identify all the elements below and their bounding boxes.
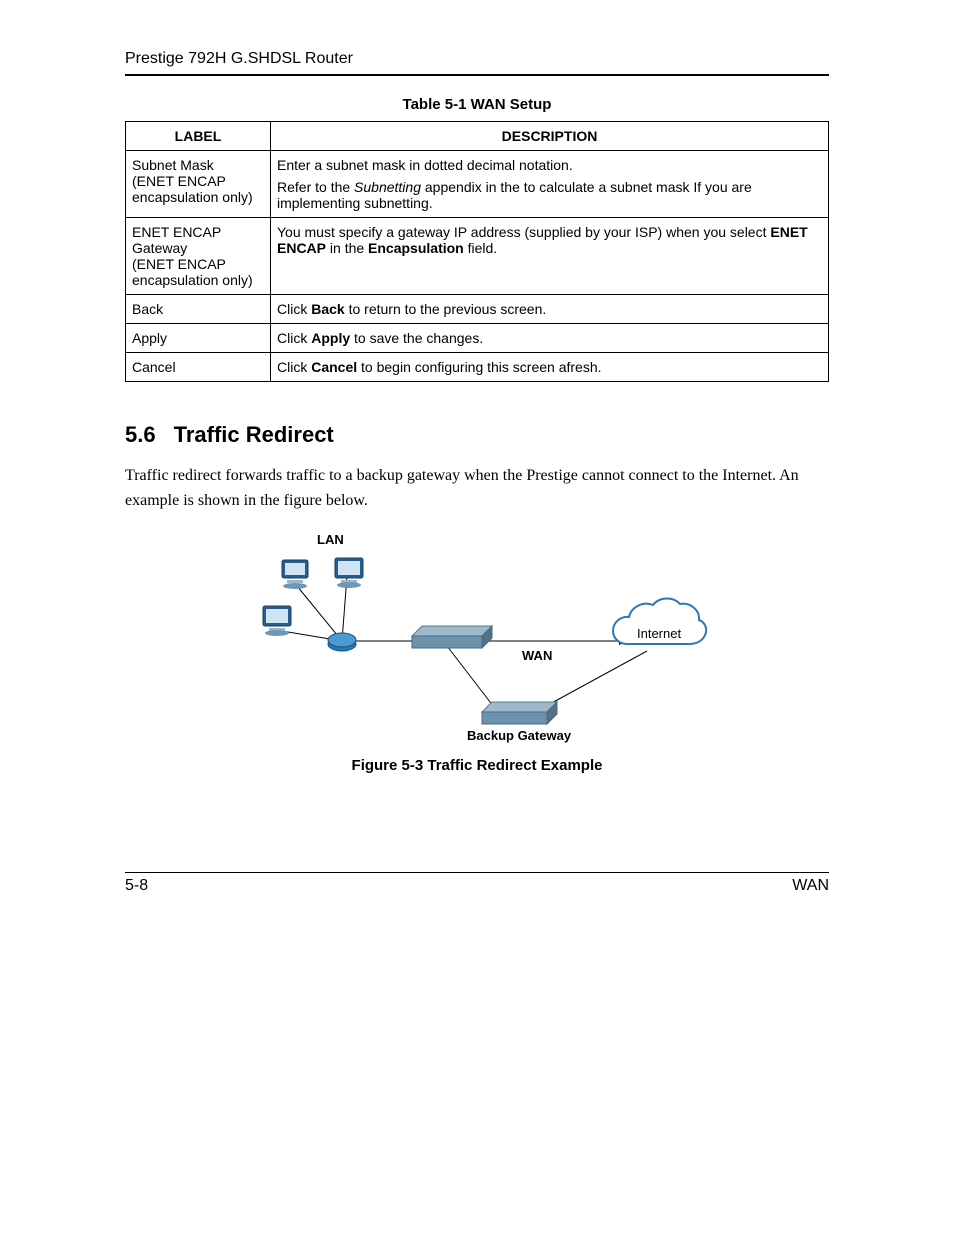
table-row: Subnet Mask (ENET ENCAP encapsulation on… (126, 151, 829, 218)
table-row: Apply Click Apply to save the changes. (126, 324, 829, 353)
label-internet: Internet (637, 626, 681, 641)
router-hub-icon (328, 633, 356, 651)
cell-label: Subnet Mask (ENET ENCAP encapsulation on… (126, 151, 271, 218)
cell-desc: Click Apply to save the changes. (271, 324, 829, 353)
table-row: Back Click Back to return to the previou… (126, 295, 829, 324)
table-row: Cancel Click Cancel to begin configuring… (126, 353, 829, 382)
section-body: Traffic redirect forwards traffic to a b… (125, 464, 829, 514)
prestige-router-icon (412, 626, 492, 648)
diagram-svg: LAN WAN Internet Backup Gateway (247, 526, 707, 746)
cell-label: Back (126, 295, 271, 324)
table-caption: Table 5-1 WAN Setup (125, 96, 829, 113)
footer-section-name: WAN (792, 877, 829, 895)
cell-label: ENET ENCAP Gateway (ENET ENCAP encapsula… (126, 218, 271, 295)
th-description: DESCRIPTION (271, 122, 829, 151)
page-footer: 5-8 WAN (125, 872, 829, 895)
computer-icon (263, 606, 291, 636)
th-label: LABEL (126, 122, 271, 151)
cell-label: Apply (126, 324, 271, 353)
desc-line: Enter a subnet mask in dotted decimal no… (277, 157, 822, 173)
label-wan: WAN (522, 648, 552, 663)
wan-setup-table: LABEL DESCRIPTION Subnet Mask (ENET ENCA… (125, 121, 829, 382)
header-rule (125, 74, 829, 76)
cell-desc: Enter a subnet mask in dotted decimal no… (271, 151, 829, 218)
page: Prestige 792H G.SHDSL Router Table 5-1 W… (0, 0, 954, 1235)
desc-line: Refer to the Subnetting appendix in the … (277, 179, 822, 211)
cell-label: Cancel (126, 353, 271, 382)
computer-icon (335, 558, 363, 588)
traffic-redirect-diagram: LAN WAN Internet Backup Gateway (247, 520, 707, 751)
footer-rule (125, 872, 829, 873)
footer-page-number: 5-8 (125, 877, 148, 895)
table-head-row: LABEL DESCRIPTION (126, 122, 829, 151)
section-heading: 5.6 Traffic Redirect (125, 422, 829, 448)
section-title: Traffic Redirect (174, 422, 334, 447)
computer-icon (282, 560, 308, 589)
table-row: ENET ENCAP Gateway (ENET ENCAP encapsula… (126, 218, 829, 295)
section-number: 5.6 (125, 422, 156, 448)
cell-desc: Click Back to return to the previous scr… (271, 295, 829, 324)
label-lan: LAN (317, 532, 344, 547)
figure-caption: Figure 5-3 Traffic Redirect Example (125, 757, 829, 774)
cell-desc: You must specify a gateway IP address (s… (271, 218, 829, 295)
label-backup-gateway: Backup Gateway (467, 728, 572, 743)
page-header-title: Prestige 792H G.SHDSL Router (125, 50, 829, 68)
backup-gateway-icon (482, 702, 557, 724)
cell-desc: Click Cancel to begin configuring this s… (271, 353, 829, 382)
